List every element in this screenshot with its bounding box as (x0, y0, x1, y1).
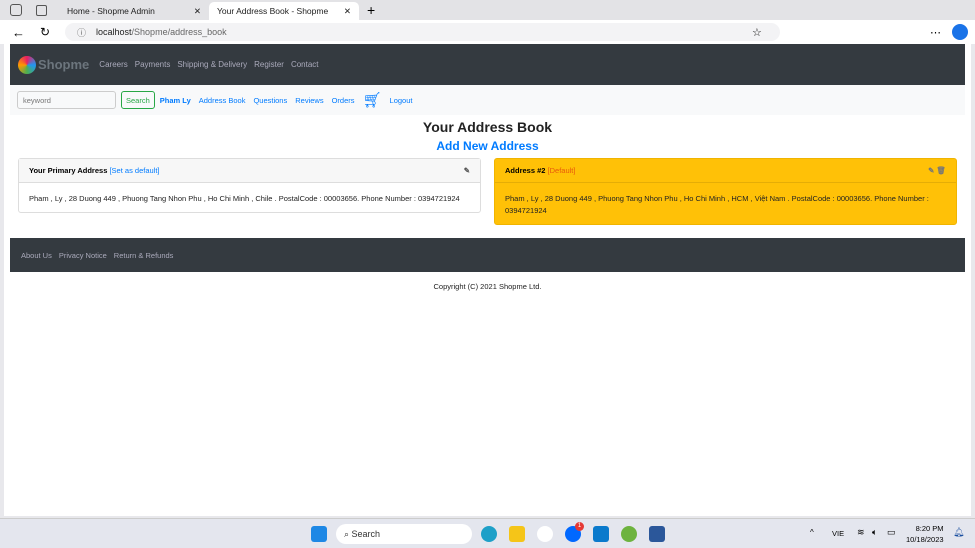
search-input[interactable]: keyword (17, 91, 116, 109)
cart-icon[interactable]: 🛒︎ (363, 91, 382, 109)
user-name-link[interactable]: Pham Ly (160, 96, 191, 105)
nav-payments[interactable]: Payments (135, 60, 171, 69)
page-title: Your Address Book (422, 119, 553, 135)
primary-address-card: Your Primary Address [Set as default] ✎ P… (18, 158, 481, 213)
start-icon[interactable] (311, 526, 327, 542)
nav-careers[interactable]: Careers (99, 60, 127, 69)
orders-link[interactable]: Orders (332, 96, 355, 105)
tab-address-book[interactable]: Your Address Book - Shopme ✕ (209, 2, 359, 20)
taskbar-search[interactable]: ⌕ Search (336, 524, 472, 544)
brand-logo[interactable]: Shopme (18, 55, 89, 74)
address-bar: ← ↻ ⓘ localhost/Shopme/address_book ☆ ⋯ (0, 20, 975, 44)
privacy-link[interactable]: Privacy Notice (59, 251, 107, 260)
volume-icon[interactable]: 🔈︎ (872, 527, 877, 538)
nav-contact[interactable]: Contact (291, 60, 319, 69)
edit-icon[interactable]: ✎ (464, 166, 470, 175)
more-icon[interactable]: ⋯ (930, 26, 941, 39)
tab-home-admin[interactable]: Home - Shopme Admin ✕ (59, 2, 209, 20)
default-label: [Default] (547, 166, 576, 175)
edit-icon[interactable]: ✎ (928, 166, 934, 175)
explorer-icon[interactable] (509, 526, 525, 542)
bell-icon[interactable]: 🔔︎ (953, 527, 964, 538)
address-text: Pham , Ly , 28 Duong 449 , Phuong Tang N… (29, 194, 460, 203)
taskbar: ⌕ Search 1 ^ VIE ≋ 🔈︎ ▭ 8:20 PM 10/18/202… (0, 518, 975, 548)
spring-icon[interactable] (621, 526, 637, 542)
favorites-icon[interactable]: ☆ (752, 26, 762, 39)
questions-link[interactable]: Questions (253, 96, 287, 105)
store-icon[interactable] (537, 526, 553, 542)
close-icon[interactable]: ✕ (344, 6, 351, 17)
page: Shopme Careers Payments Shipping & Deliv… (4, 44, 971, 516)
refunds-link[interactable]: Return & Refunds (114, 251, 174, 260)
browser-tab-bar: Home - Shopme Admin ✕ Your Address Book -… (0, 0, 975, 20)
edge-icon[interactable] (481, 526, 497, 542)
bing-icon[interactable] (952, 24, 968, 40)
address-book-link[interactable]: Address Book (199, 96, 246, 105)
vscode-icon[interactable] (593, 526, 609, 542)
info-icon: ⓘ (77, 27, 87, 38)
nav-register[interactable]: Register (254, 60, 284, 69)
battery-icon[interactable]: ▭ (887, 527, 896, 538)
url-input[interactable]: ⓘ localhost/Shopme/address_book (65, 23, 780, 41)
new-tab-icon[interactable]: + (367, 2, 375, 18)
language-indicator[interactable]: VIE (832, 529, 844, 538)
logout-link[interactable]: Logout (390, 96, 413, 105)
footer: About Us Privacy Notice Return & Refunds (10, 238, 965, 272)
user-navbar: keyword Search Pham Ly Address Book Ques… (10, 85, 965, 115)
close-icon[interactable]: ✕ (194, 6, 201, 17)
reviews-link[interactable]: Reviews (295, 96, 323, 105)
word-icon[interactable] (649, 526, 665, 542)
refresh-icon[interactable]: ↻ (40, 25, 50, 39)
add-new-address-link[interactable]: Add New Address (4, 139, 971, 153)
logo-icon (18, 55, 36, 74)
tab-actions-icon[interactable] (36, 4, 47, 16)
set-default-link[interactable]: [Set as default] (109, 166, 159, 175)
main-navbar: Shopme Careers Payments Shipping & Deliv… (10, 44, 965, 85)
nav-shipping[interactable]: Shipping & Delivery (177, 60, 247, 69)
search-button[interactable]: Search (121, 91, 155, 109)
address-text: Pham , Ly , 28 Duong 449 , Phuong Tang N… (505, 194, 929, 215)
wifi-icon[interactable]: ≋ (857, 527, 865, 538)
address-2-card: Address #2 [Default] ✎ 🗑︎ Pham , Ly , 28 … (494, 158, 957, 225)
notification-badge: 1 (575, 522, 584, 531)
workspaces-icon[interactable] (10, 4, 22, 16)
about-us-link[interactable]: About Us (21, 251, 52, 260)
chevron-up-icon[interactable]: ^ (810, 528, 814, 537)
clock[interactable]: 8:20 PM 10/18/2023 (906, 523, 944, 545)
copyright: Copyright (C) 2021 Shopme Ltd. (433, 282, 542, 291)
back-icon[interactable]: ← (12, 25, 25, 40)
delete-icon[interactable]: 🗑︎ (936, 166, 946, 175)
